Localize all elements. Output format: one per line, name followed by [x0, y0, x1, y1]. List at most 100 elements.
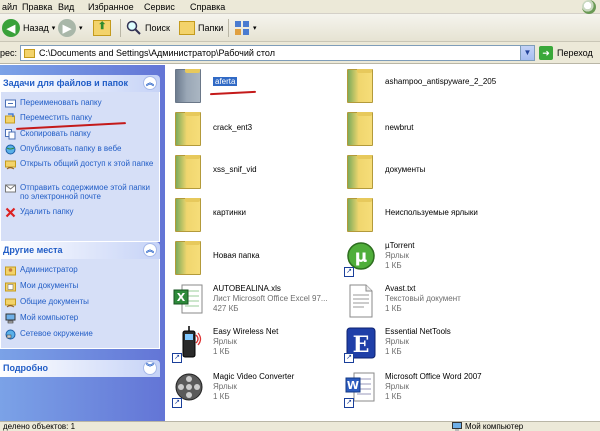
collapse-icon[interactable]: ︽ [143, 243, 157, 257]
place-shared-documents[interactable]: Общие документы [5, 297, 158, 308]
task-share-folder[interactable]: Открыть общий доступ к этой папке [5, 159, 158, 170]
file-type: Ярлык [213, 382, 237, 391]
folder-icon [175, 69, 201, 103]
status-selected-count: делено объектов: 1 [3, 422, 76, 431]
folder-icon [347, 198, 373, 232]
place-my-documents[interactable]: Мои документы [5, 281, 158, 292]
shortcut-arrow-icon: ↗ [344, 267, 354, 277]
task-rename-folder[interactable]: Переименовать папку [5, 98, 158, 109]
file-name: Magic Video Converter [213, 372, 295, 381]
file-type: Ярлык [385, 337, 409, 346]
menu-view[interactable]: Вид [58, 2, 74, 12]
collapse-icon[interactable]: ︽ [143, 76, 157, 90]
forward-button[interactable]: ▶ ▾ [58, 18, 83, 38]
file-item-xss-snif-vid[interactable]: xss_snif_vid [172, 153, 342, 191]
file-item-magic-video-converter[interactable]: ↗ Magic Video Converter Ярлык 1 КБ [172, 370, 342, 408]
other-places-title: Другие места [3, 245, 63, 255]
task-move-folder[interactable]: Переместить папку [5, 113, 158, 124]
file-type: Ярлык [385, 251, 409, 260]
file-list-area: aferta ashampoo_antispyware_2_205 crack_… [166, 65, 600, 421]
search-label: Поиск [145, 23, 170, 33]
file-tasks-header[interactable]: Задачи для файлов и папок ︽ [0, 75, 160, 92]
svg-text:W: W [347, 379, 359, 392]
email-icon [5, 184, 16, 193]
file-item-documents[interactable]: документы [344, 153, 596, 191]
file-name: newbrut [385, 123, 414, 132]
views-icon [235, 21, 249, 35]
toolbar-separator [120, 19, 121, 37]
file-item-unused-shortcuts[interactable]: Неиспользуемые ярлыки [344, 196, 596, 234]
shortcut-arrow-icon: ↗ [344, 353, 354, 363]
folders-button[interactable]: Папки [179, 18, 223, 38]
file-item-ashampoo[interactable]: ashampoo_antispyware_2_205 [344, 67, 596, 105]
task-copy-folder[interactable]: Скопировать папку [5, 129, 158, 140]
file-tasks-box: Переименовать папку Переместить папку Ск… [0, 92, 160, 242]
my-computer-icon [5, 313, 16, 324]
address-dropdown-button[interactable]: ▼ [520, 46, 534, 60]
menu-file[interactable]: айл [2, 2, 17, 12]
menu-edit[interactable]: Правка [22, 2, 52, 12]
place-network[interactable]: Сетевое окружение [5, 329, 158, 340]
file-item-avast-txt[interactable]: Avast.txt Текстовый документ 1 КБ [344, 282, 596, 320]
chevron-down-icon: ▾ [253, 25, 257, 32]
file-item-easy-wireless-net[interactable]: ↗ Easy Wireless Net Ярлык 1 КБ [172, 325, 342, 363]
file-name: ashampoo_antispyware_2_205 [385, 77, 497, 86]
file-size: 1 КБ [385, 347, 402, 356]
file-item-newbrut[interactable]: newbrut [344, 110, 596, 148]
expand-icon[interactable]: ︾ [143, 361, 157, 375]
search-button[interactable]: Поиск [126, 18, 170, 38]
text-file-icon [349, 284, 373, 318]
folder-icon [347, 69, 373, 103]
file-item-utorrent[interactable]: µ ↗ µTorrent Ярлык 1 КБ [344, 239, 596, 277]
search-icon [126, 20, 141, 35]
address-field[interactable]: C:\Documents and Settings\Администратор\… [20, 45, 535, 61]
address-path: C:\Documents and Settings\Администратор\… [39, 48, 275, 58]
file-size: 1 КБ [213, 392, 230, 401]
folder-icon [347, 155, 373, 189]
network-icon [5, 329, 16, 340]
menu-help[interactable]: Справка [190, 2, 225, 12]
file-item-crack-ent3[interactable]: crack_ent3 [172, 110, 342, 148]
other-places-box: Администратор Мои документы Общие докуме… [0, 259, 160, 349]
file-size: 1 КБ [385, 304, 402, 313]
copy-icon [5, 129, 16, 140]
place-my-computer[interactable]: Мой компьютер [5, 313, 158, 324]
file-type: Ярлык [213, 337, 237, 346]
task-delete-folder[interactable]: Удалить папку [5, 207, 158, 218]
folder-icon [175, 112, 201, 146]
chevron-down-icon: ▾ [79, 25, 83, 32]
go-button[interactable]: ➜ Переход [539, 46, 593, 60]
details-header[interactable]: Подробно ︾ [0, 360, 160, 377]
file-item-autobealina-xls[interactable]: X AUTOBEALINA.xls Лист Microsoft Office … [172, 282, 344, 320]
file-size: 1 КБ [385, 261, 402, 270]
menu-tools[interactable]: Сервис [144, 2, 175, 12]
place-administrator[interactable]: Администратор [5, 265, 158, 276]
other-places-header[interactable]: Другие места ︽ [0, 242, 160, 259]
shortcut-arrow-icon: ↗ [344, 398, 354, 408]
toolbar: ◀ Назад ▾ ▶ ▾ ⬆ Поиск Папки ▾ [0, 14, 600, 42]
file-item-pictures[interactable]: картинки [172, 196, 342, 234]
shortcut-arrow-icon: ↗ [172, 353, 182, 363]
back-button[interactable]: ◀ Назад ▾ [2, 18, 55, 38]
menu-bar: айл Правка Вид Избранное Сервис Справка [0, 0, 600, 14]
toolbar-separator [228, 19, 229, 37]
excel-file-icon: X [173, 284, 203, 314]
task-email-folder[interactable]: Отправить содержимое этой папки по элект… [5, 183, 158, 201]
task-publish-web[interactable]: Опубликовать папку в вебе [5, 144, 158, 155]
folders-icon [179, 21, 195, 35]
file-item-essential-nettools[interactable]: E ↗ Essential NetTools Ярлык 1 КБ [344, 325, 596, 363]
up-button[interactable]: ⬆ [93, 18, 111, 38]
back-label: Назад [23, 23, 49, 33]
views-button[interactable]: ▾ [234, 18, 257, 38]
shared-documents-icon [5, 298, 16, 308]
file-name: AUTOBEALINA.xls [213, 284, 281, 293]
file-item-word-2007[interactable]: W ↗ Microsoft Office Word 2007 Ярлык 1 К… [344, 370, 596, 408]
move-icon [5, 113, 15, 124]
status-location: Мой компьютер [452, 422, 523, 431]
status-bar: делено объектов: 1 Мой компьютер [0, 421, 600, 431]
menu-favorites[interactable]: Избранное [88, 2, 134, 12]
file-tasks-title: Задачи для файлов и папок [3, 78, 129, 88]
file-item-aferta[interactable]: aferta [172, 67, 342, 105]
file-name: картинки [213, 208, 246, 217]
file-item-new-folder[interactable]: Новая папка [172, 239, 342, 277]
